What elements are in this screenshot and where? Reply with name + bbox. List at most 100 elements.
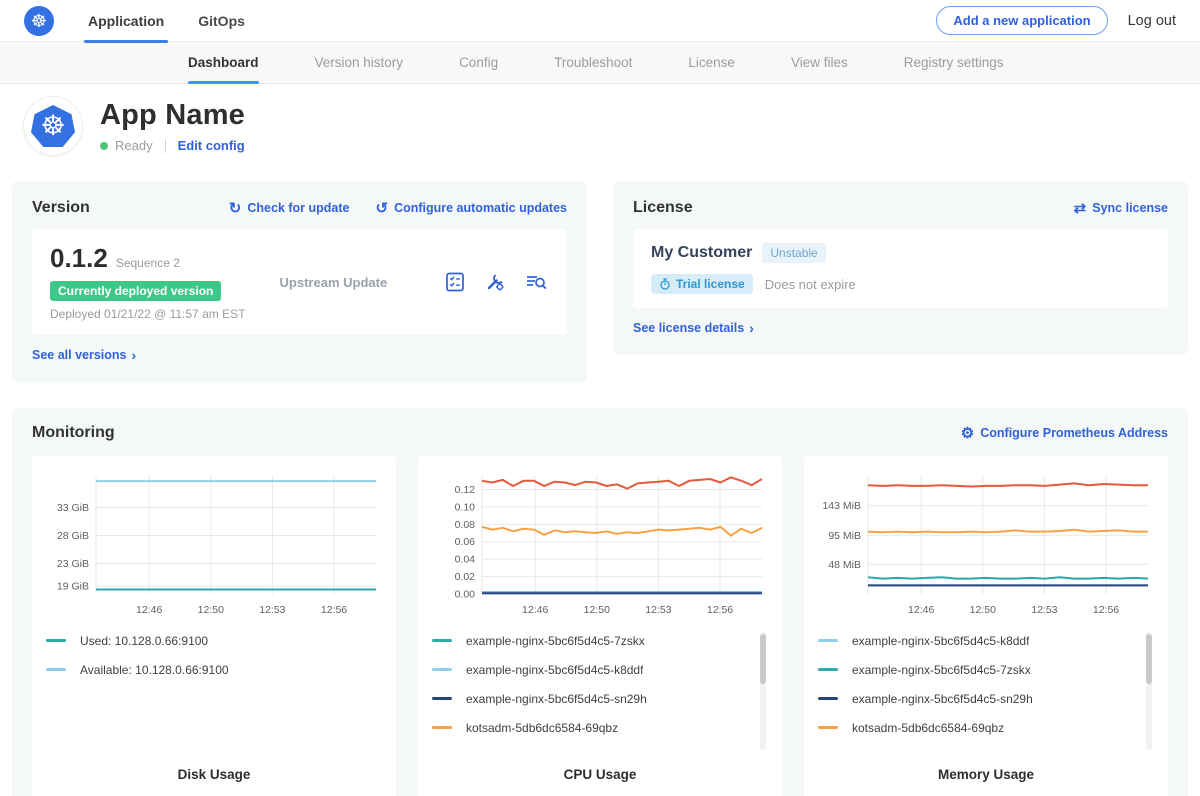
sync-arrows-icon: ⇄ xyxy=(1074,201,1087,216)
tab-view-files[interactable]: View files xyxy=(791,42,848,84)
legend-scrollbar-thumb[interactable] xyxy=(1146,634,1152,684)
sync-license-link[interactable]: ⇄ Sync license xyxy=(1074,201,1168,216)
legend-scrollbar[interactable] xyxy=(1146,632,1152,750)
svg-text:48 MiB: 48 MiB xyxy=(828,559,861,571)
configure-prometheus-link[interactable]: ⚙ Configure Prometheus Address xyxy=(961,426,1168,441)
legend-dash-icon xyxy=(818,639,838,642)
svg-text:0.08: 0.08 xyxy=(455,519,476,531)
gear-icon: ⚙ xyxy=(961,426,974,441)
legend-label: example-nginx-5bc6f5d4c5-sn29h xyxy=(466,692,647,706)
svg-text:12:46: 12:46 xyxy=(522,604,548,616)
legend-item: kotsadm-5db6dc6584-69qbz xyxy=(818,719,1138,736)
tab-dashboard[interactable]: Dashboard xyxy=(188,42,259,84)
tab-registry-settings[interactable]: Registry settings xyxy=(904,42,1004,84)
svg-text:12:50: 12:50 xyxy=(584,604,610,616)
tab-version-history[interactable]: Version history xyxy=(315,42,404,84)
license-type-badge: Trial license xyxy=(651,274,753,294)
chart-card-memory-usage: 12:4612:5012:5312:56143 MiB95 MiB48 MiBe… xyxy=(804,456,1168,796)
see-license-details-link[interactable]: See license details xyxy=(633,320,754,336)
svg-text:0.06: 0.06 xyxy=(455,536,476,548)
check-for-update-link[interactable]: ↻ Check for update xyxy=(229,201,350,216)
monitoring-charts: 12:4612:5012:5312:5633 GiB28 GiB23 GiB19… xyxy=(32,456,1168,796)
svg-text:12:56: 12:56 xyxy=(707,604,733,616)
legend-dash-icon xyxy=(432,697,452,700)
status-dot-icon xyxy=(100,142,108,150)
license-card-title: License xyxy=(633,199,1048,217)
chart-card-disk-usage: 12:4612:5012:5312:5633 GiB28 GiB23 GiB19… xyxy=(32,456,396,796)
legend-dash-icon xyxy=(46,668,66,671)
kubernetes-logo-icon[interactable] xyxy=(24,6,54,36)
config-wrench-icon[interactable] xyxy=(483,270,507,294)
legend-item: example-nginx-5bc6f5d4c5-sn29h xyxy=(432,690,752,707)
tab-license[interactable]: License xyxy=(688,42,735,84)
license-expiration: Does not expire xyxy=(765,277,856,292)
tab-troubleshoot[interactable]: Troubleshoot xyxy=(554,42,632,84)
monitoring-title: Monitoring xyxy=(32,424,935,442)
chart-legend: example-nginx-5bc6f5d4c5-k8ddf example-ng… xyxy=(818,632,1154,748)
legend-item: Available: 10.128.0.66:9100 xyxy=(46,661,366,678)
legend-dash-icon xyxy=(818,726,838,729)
legend-label: example-nginx-5bc6f5d4c5-7zskx xyxy=(466,634,645,648)
svg-text:12:50: 12:50 xyxy=(198,604,224,616)
legend-dash-icon xyxy=(432,639,452,642)
svg-text:28 GiB: 28 GiB xyxy=(57,530,89,542)
currently-deployed-badge: Currently deployed version xyxy=(50,281,221,301)
svg-text:12:46: 12:46 xyxy=(136,604,162,616)
version-card-title: Version xyxy=(32,199,203,217)
legend-label: kotsadm-5db6dc6584-69qbz xyxy=(466,721,618,735)
license-panel: My Customer Unstable Trial license Does … xyxy=(633,229,1168,308)
line-chart: 12:4612:5012:5312:5633 GiB28 GiB23 GiB19… xyxy=(46,468,382,618)
svg-text:12:56: 12:56 xyxy=(1093,604,1119,616)
update-type-label: Upstream Update xyxy=(280,275,443,290)
svg-text:12:53: 12:53 xyxy=(645,604,671,616)
topnav-item-gitops[interactable]: GitOps xyxy=(198,0,245,42)
legend-item: Used: 10.128.0.66:9100 xyxy=(46,632,366,649)
chart-title: Disk Usage xyxy=(46,767,382,786)
configure-automatic-updates-link[interactable]: ↺ Configure automatic updates xyxy=(375,201,567,216)
legend-item: kotsadm-5db6dc6584-69qbz xyxy=(432,719,752,736)
legend-label: Available: 10.128.0.66:9100 xyxy=(80,663,229,677)
svg-text:0.00: 0.00 xyxy=(455,589,476,601)
tab-config[interactable]: Config xyxy=(459,42,498,84)
logout-button[interactable]: Log out xyxy=(1128,13,1176,29)
top-nav: Application GitOps Add a new application… xyxy=(0,0,1200,42)
divider xyxy=(165,139,166,153)
topnav-item-application[interactable]: Application xyxy=(88,0,164,42)
chart-title: CPU Usage xyxy=(432,767,768,786)
legend-item: example-nginx-5bc6f5d4c5-7zskx xyxy=(818,661,1138,678)
svg-text:12:50: 12:50 xyxy=(970,604,996,616)
legend-scrollbar[interactable] xyxy=(760,632,766,750)
svg-text:33 GiB: 33 GiB xyxy=(57,502,89,514)
legend-label: example-nginx-5bc6f5d4c5-sn29h xyxy=(852,692,1033,706)
page-title: App Name xyxy=(100,99,245,132)
legend-item: example-nginx-5bc6f5d4c5-k8ddf xyxy=(818,632,1138,649)
svg-text:143 MiB: 143 MiB xyxy=(822,500,861,512)
chevron-right-icon xyxy=(749,320,754,336)
deployed-timestamp: Deployed 01/21/22 @ 11:57 am EST xyxy=(50,307,280,321)
add-application-button[interactable]: Add a new application xyxy=(936,6,1107,35)
svg-text:95 MiB: 95 MiB xyxy=(828,530,861,542)
legend-label: example-nginx-5bc6f5d4c5-7zskx xyxy=(852,663,1031,677)
svg-text:12:56: 12:56 xyxy=(321,604,347,616)
legend-label: example-nginx-5bc6f5d4c5-k8ddf xyxy=(466,663,643,677)
legend-label: kotsadm-5db6dc6584-69qbz xyxy=(852,721,1004,735)
svg-text:12:53: 12:53 xyxy=(259,604,285,616)
svg-text:0.02: 0.02 xyxy=(455,571,476,583)
current-version-panel: 0.1.2 Sequence 2 Currently deployed vers… xyxy=(32,229,567,335)
preflight-checks-icon[interactable] xyxy=(443,270,467,294)
channel-badge: Unstable xyxy=(762,243,825,263)
chart-legend: Used: 10.128.0.66:9100 Available: 10.128.… xyxy=(46,632,382,690)
chart-title: Memory Usage xyxy=(818,767,1154,786)
svg-text:0.10: 0.10 xyxy=(455,501,476,513)
svg-text:12:53: 12:53 xyxy=(1031,604,1057,616)
version-sequence: Sequence 2 xyxy=(116,256,180,270)
app-avatar xyxy=(24,97,82,155)
see-all-versions-link[interactable]: See all versions xyxy=(32,347,136,363)
view-logs-icon[interactable] xyxy=(523,270,549,294)
legend-dash-icon xyxy=(818,697,838,700)
edit-config-link[interactable]: Edit config xyxy=(178,138,245,153)
legend-scrollbar-thumb[interactable] xyxy=(760,634,766,684)
monitoring-section: Monitoring ⚙ Configure Prometheus Addres… xyxy=(12,408,1188,796)
chevron-right-icon xyxy=(132,347,137,363)
svg-text:23 GiB: 23 GiB xyxy=(57,558,89,570)
